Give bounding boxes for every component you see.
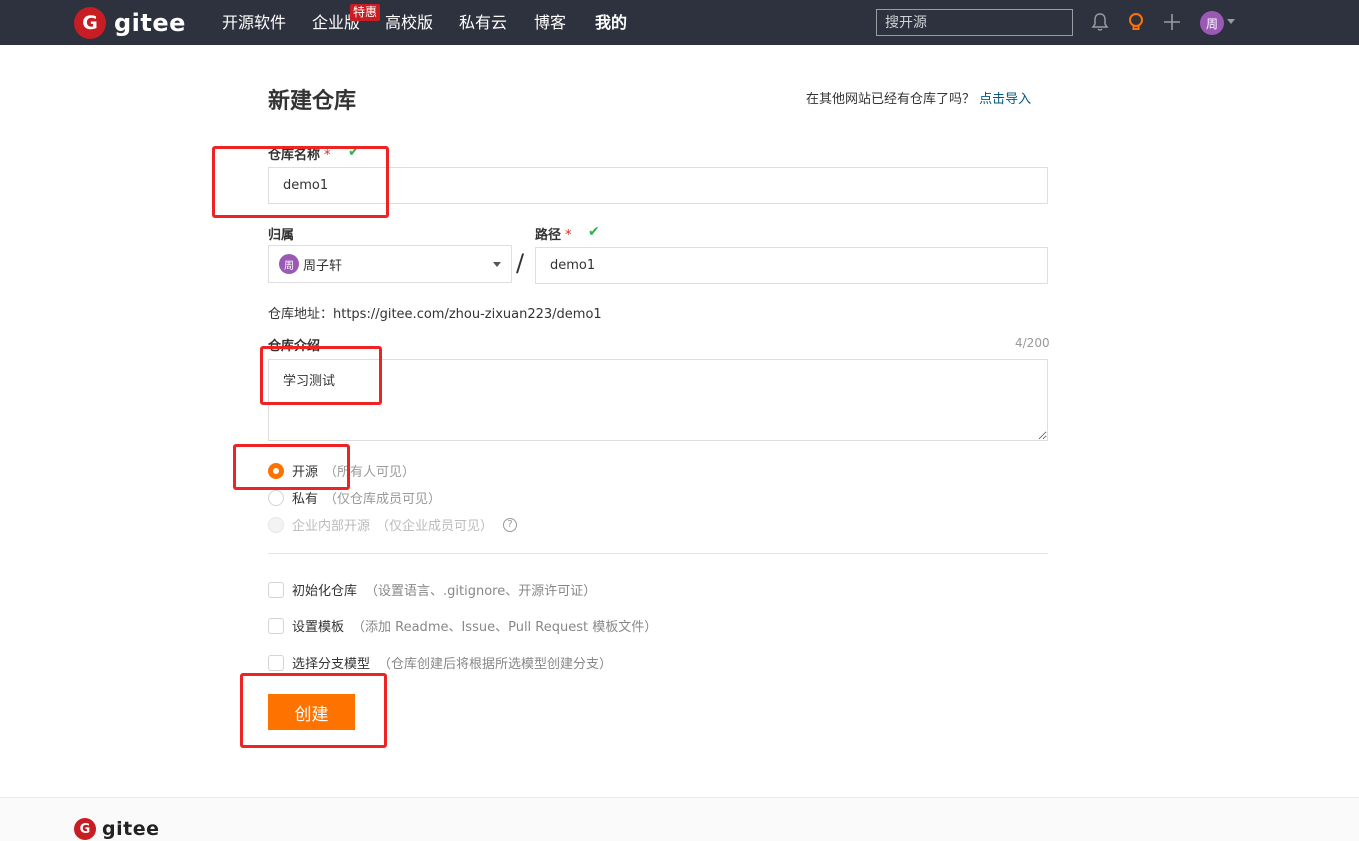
gitee-logo-icon: G [74,7,106,39]
required-mark: * [565,228,572,243]
import-prompt: 在其他网站已经有仓库了吗？ 点击导入 [806,88,1031,107]
repo-name-label: 仓库名称 * [268,144,331,163]
path-separator: / [516,249,525,277]
required-mark: * [324,148,331,163]
owner-avatar: 周 [279,254,299,274]
option-init-repo-hint: （设置语言、.gitignore、开源许可证） [365,584,597,599]
bell-icon[interactable] [1089,11,1111,33]
top-nav: G gitee 开源软件 企业版 特惠 高校版 私有云 博客 我的 周 [0,0,1359,45]
owner-label: 归属 [268,228,295,243]
path-input[interactable] [535,247,1048,284]
path-label-text: 路径 [535,228,562,243]
search-input[interactable] [876,9,1073,36]
import-link[interactable]: 点击导入 [979,92,1031,107]
radio-unselected[interactable] [268,489,284,506]
dropdown-caret-icon [493,262,501,267]
repo-name-valid-icon: ✔ [348,144,360,160]
path-label: 路径 * [535,224,572,243]
path-valid-icon: ✔ [588,224,600,240]
intro-char-counter: 4/200 [1015,336,1050,350]
option-branch-model[interactable]: 选择分支模型 （仓库创建后将根据所选模型创建分支） [268,653,612,672]
nav-link-education[interactable]: 高校版 [385,12,433,34]
visibility-enterprise-label: 企业内部开源 [292,519,371,534]
gitee-logo-text: gitee [102,818,160,840]
user-avatar[interactable]: 周 [1200,11,1224,35]
radio-disabled [268,516,284,533]
visibility-open-source[interactable]: 开源 （所有人可见） [268,461,415,480]
checkbox[interactable] [268,654,284,671]
visibility-open-source-hint: （所有人可见） [324,465,416,480]
gitee-logo-text: gitee [114,9,186,37]
import-prompt-text: 在其他网站已经有仓库了吗？ [806,92,976,107]
nav-link-open-source[interactable]: 开源软件 [222,12,286,34]
visibility-private[interactable]: 私有 （仅仓库成员可见） [268,488,441,507]
plus-icon[interactable] [1161,11,1183,33]
gitee-logo[interactable]: G gitee [74,6,186,40]
footer-logo[interactable]: G gitee [74,818,159,840]
option-branch-model-hint: （仓库创建后将根据所选模型创建分支） [378,657,613,672]
visibility-enterprise-hint: （仅企业成员可见） [376,519,494,534]
nav-link-private-cloud[interactable]: 私有云 [459,12,507,34]
create-button[interactable]: 创建 [268,694,355,730]
option-template[interactable]: 设置模板 （添加 Readme、Issue、Pull Request 模板文件） [268,616,657,635]
page-title: 新建仓库 [268,89,357,114]
lightbulb-icon[interactable] [1125,11,1147,33]
intro-textarea[interactable]: 学习测试 [268,359,1048,441]
option-branch-model-label: 选择分支模型 [292,657,371,672]
option-template-hint: （添加 Readme、Issue、Pull Request 模板文件） [352,620,658,635]
nav-link-mine[interactable]: 我的 [595,12,627,34]
divider [268,553,1048,554]
nav-link-blog[interactable]: 博客 [534,12,566,34]
visibility-private-hint: （仅仓库成员可见） [324,492,442,507]
intro-label: 仓库介绍 [268,339,321,354]
repo-address: 仓库地址：https://gitee.com/zhou-zixuan223/de… [268,307,602,322]
gitee-logo-icon: G [74,818,96,840]
chevron-down-icon[interactable] [1227,19,1235,24]
owner-select[interactable]: 周 周子轩 [268,245,512,283]
repo-name-input[interactable] [268,167,1048,204]
owner-name: 周子轩 [303,258,343,274]
option-template-label: 设置模板 [292,620,345,635]
help-icon[interactable]: ? [503,517,518,532]
option-init-repo-label: 初始化仓库 [292,584,358,599]
footer: G gitee [0,797,1359,841]
repo-name-label-text: 仓库名称 [268,148,321,163]
checkbox[interactable] [268,617,284,634]
checkbox[interactable] [268,581,284,598]
visibility-private-label: 私有 [292,492,319,507]
promo-badge: 特惠 [350,4,381,21]
radio-selected[interactable] [268,462,284,479]
visibility-enterprise: 企业内部开源 （仅企业成员可见） ? [268,515,518,534]
option-init-repo[interactable]: 初始化仓库 （设置语言、.gitignore、开源许可证） [268,580,596,599]
visibility-open-source-label: 开源 [292,465,319,480]
